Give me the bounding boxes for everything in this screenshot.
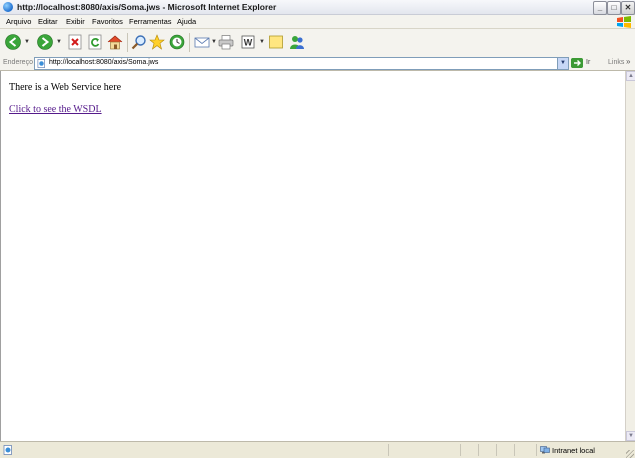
browser-window: http://localhost:8080/axis/Soma.jws - Mi… — [0, 0, 635, 458]
title-bar[interactable]: http://localhost:8080/axis/Soma.jws - Mi… — [0, 0, 635, 15]
links-chevron-icon[interactable]: » — [626, 57, 630, 66]
status-divider — [388, 444, 389, 456]
menu-ferramentas[interactable]: Ferramentas — [129, 17, 172, 26]
vertical-scrollbar[interactable]: ▲ ▼ — [625, 71, 635, 441]
links-label[interactable]: Links — [608, 59, 624, 66]
menu-favoritos[interactable]: Favoritos — [92, 17, 123, 26]
messenger-icon[interactable] — [289, 34, 305, 50]
toolbar-separator — [127, 33, 128, 52]
status-page-icon — [3, 445, 12, 455]
status-divider — [478, 444, 479, 456]
scroll-up-icon[interactable]: ▲ — [626, 71, 635, 81]
mail-icon[interactable] — [194, 34, 210, 50]
refresh-icon[interactable] — [87, 34, 103, 50]
home-icon[interactable] — [107, 34, 123, 50]
toolbar-separator — [189, 33, 190, 52]
mail-dropdown-icon[interactable]: ▼ — [211, 39, 217, 45]
edit-dropdown-icon[interactable]: ▼ — [259, 39, 265, 45]
back-icon[interactable] — [5, 34, 21, 50]
menu-ajuda[interactable]: Ajuda — [177, 17, 196, 26]
status-divider — [514, 444, 515, 456]
address-input[interactable]: http://localhost:8080/axis/Soma.jws ▼ — [34, 57, 569, 70]
forward-dropdown-icon[interactable]: ▼ — [56, 39, 62, 45]
status-divider — [496, 444, 497, 456]
status-divider — [460, 444, 461, 456]
print-icon[interactable] — [218, 34, 234, 50]
windows-flag-icon — [617, 16, 631, 28]
web-service-text: There is a Web Service here — [9, 82, 122, 93]
discuss-icon[interactable] — [268, 34, 284, 50]
wsdl-link[interactable]: Click to see the WSDL — [9, 104, 102, 115]
forward-icon[interactable] — [37, 34, 53, 50]
history-icon[interactable] — [169, 34, 185, 50]
window-title: http://localhost:8080/axis/Soma.jws - Mi… — [17, 2, 277, 12]
ie-logo-icon — [3, 2, 13, 12]
favorites-icon[interactable] — [149, 34, 165, 50]
status-bar: Intranet local — [0, 441, 635, 458]
edit-icon[interactable]: W — [240, 34, 256, 50]
intranet-zone-icon — [540, 446, 550, 454]
minimize-button[interactable]: _ — [593, 1, 607, 15]
address-bar: Endereço http://localhost:8080/axis/Soma… — [0, 56, 635, 71]
standard-toolbar: ▼ ▼ ▼ W ▼ — [0, 29, 635, 57]
address-dropdown-icon[interactable]: ▼ — [557, 58, 568, 69]
page-icon — [37, 59, 45, 68]
search-icon[interactable] — [131, 34, 147, 50]
menu-bar: Arquivo Editar Exibir Favoritos Ferramen… — [0, 15, 635, 29]
address-label: Endereço — [3, 59, 33, 66]
menu-arquivo[interactable]: Arquivo — [6, 17, 31, 26]
resize-grip[interactable] — [626, 450, 634, 458]
back-dropdown-icon[interactable]: ▼ — [24, 39, 30, 45]
status-divider — [536, 444, 537, 456]
go-arrow-icon[interactable] — [571, 58, 583, 68]
menu-editar[interactable]: Editar — [38, 17, 58, 26]
address-url[interactable]: http://localhost:8080/axis/Soma.jws — [49, 59, 158, 66]
go-button[interactable]: Ir — [586, 59, 590, 66]
close-button[interactable]: ✕ — [621, 1, 635, 15]
page-content: There is a Web Service here Click to see… — [0, 71, 625, 441]
security-zone-label: Intranet local — [552, 446, 595, 455]
stop-icon[interactable] — [67, 34, 83, 50]
scroll-down-icon[interactable]: ▼ — [626, 431, 635, 441]
svg-text:W: W — [244, 38, 253, 48]
maximize-button[interactable]: □ — [607, 1, 621, 15]
menu-exibir[interactable]: Exibir — [66, 17, 85, 26]
